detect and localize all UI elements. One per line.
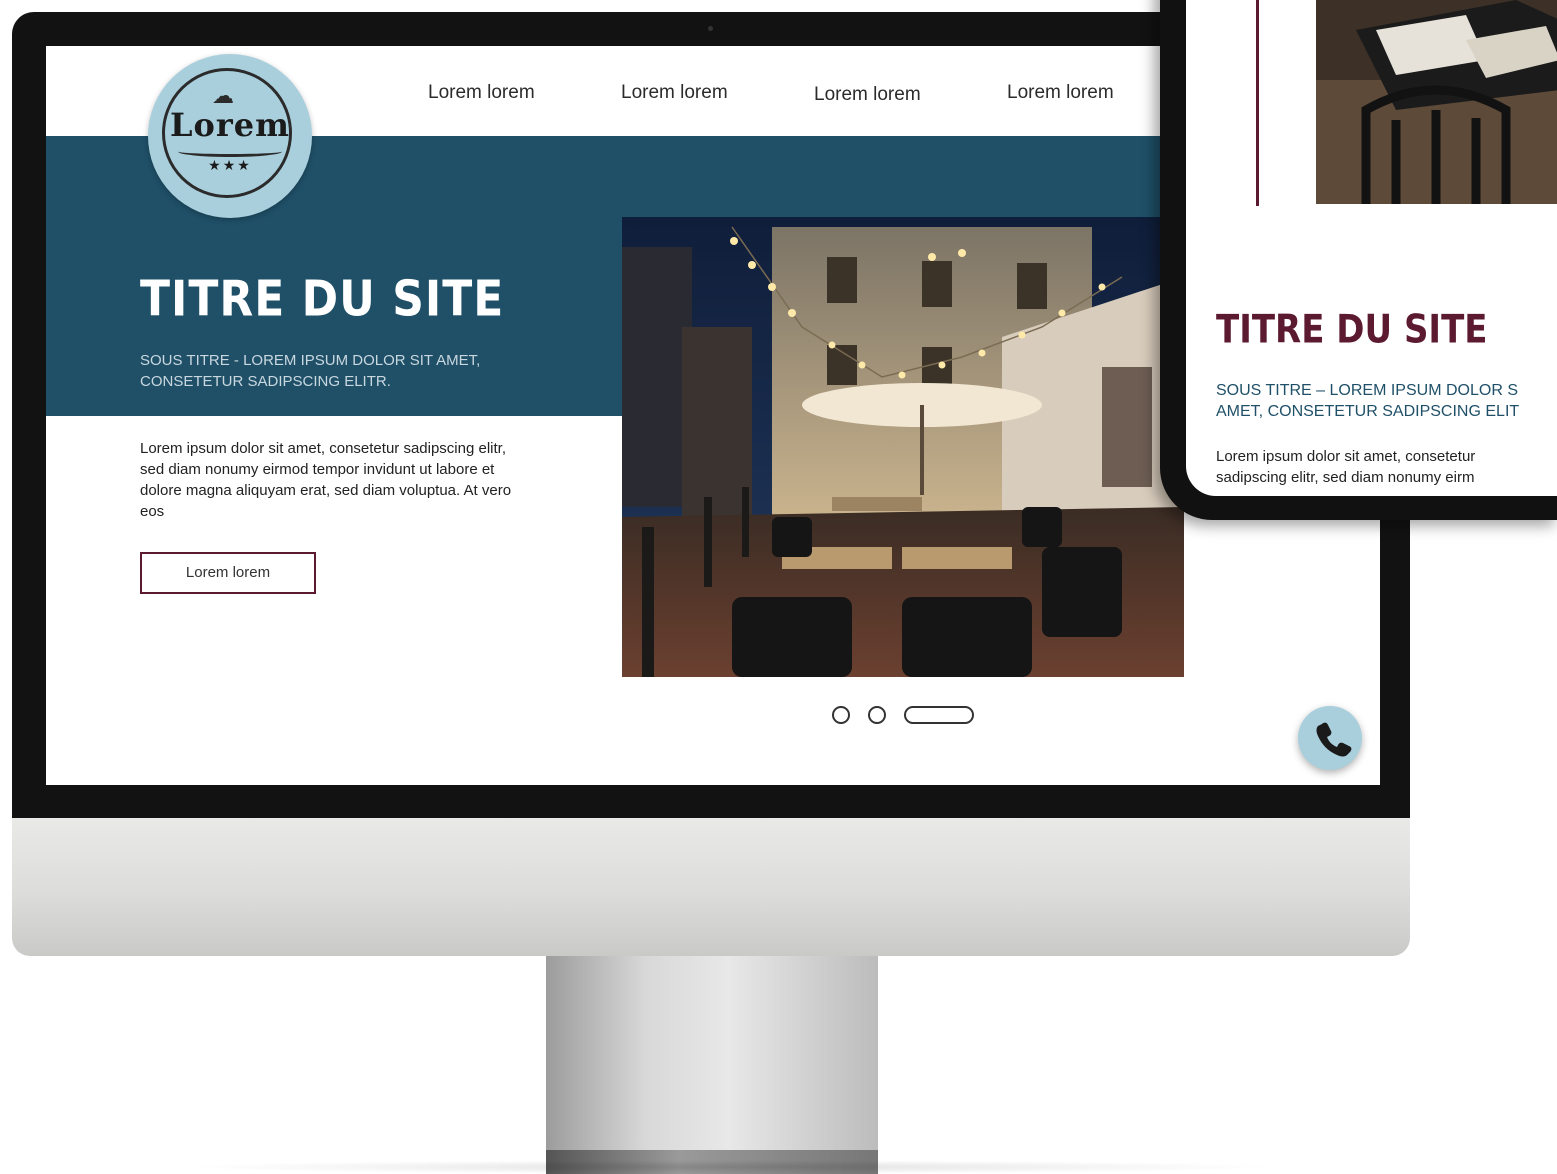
nav-item-3[interactable]: Lorem lorem xyxy=(814,84,921,106)
carousel-indicators xyxy=(832,706,982,726)
hero-photo xyxy=(622,217,1184,677)
floor-shadow xyxy=(180,1160,1280,1174)
logo-swash xyxy=(178,146,282,157)
logo[interactable]: ☁ Lorem ★★★ xyxy=(148,54,312,218)
mobile-body-line-1: Lorem ipsum dolor sit amet, consetetur xyxy=(1216,448,1476,465)
monitor-stand xyxy=(546,956,878,1152)
mobile-subtitle-line-1: SOUS TITRE – LOREM IPSUM DOLOR S xyxy=(1216,382,1518,399)
mobile-subtitle-line-2: AMET, CONSETETUR SADIPSCING ELIT xyxy=(1216,403,1520,420)
carousel-dot-2[interactable] xyxy=(868,706,886,724)
hero-body-text: Lorem ipsum dolor sit amet, consetetur s… xyxy=(140,440,512,520)
mobile-site-subtitle: SOUS TITRE – LOREM IPSUM DOLOR S AMET, C… xyxy=(1216,380,1557,422)
call-button[interactable] xyxy=(1298,706,1362,770)
accent-line xyxy=(1256,0,1259,206)
mobile-body-text: Lorem ipsum dolor sit amet, consetetur s… xyxy=(1216,446,1557,488)
carousel-dot-active[interactable] xyxy=(904,706,974,724)
mobile-photo xyxy=(1316,0,1557,204)
monitor-chin xyxy=(12,818,1410,956)
logo-text: Lorem xyxy=(170,106,290,144)
nav-item-4[interactable]: Lorem lorem xyxy=(1007,82,1114,104)
phone-icon xyxy=(1316,722,1352,757)
mobile-site-title: TITRE DU SITE xyxy=(1216,307,1488,353)
camera-dot xyxy=(708,26,713,31)
phone-frame: TITRE DU SITE SOUS TITRE – LOREM IPSUM D… xyxy=(1160,0,1557,520)
site-title: TITRE DU SITE xyxy=(140,270,505,329)
nav-item-2[interactable]: Lorem lorem xyxy=(621,82,728,104)
hero-cta-button[interactable]: Lorem lorem xyxy=(140,552,316,594)
nav-item-1[interactable]: Lorem lorem xyxy=(428,82,535,104)
phone-screen: TITRE DU SITE SOUS TITRE – LOREM IPSUM D… xyxy=(1186,0,1557,496)
mobile-body-line-2: sadipscing elitr, sed diam nonumy eirm xyxy=(1216,469,1475,486)
logo-stars: ★★★ xyxy=(208,158,252,174)
carousel-dot-1[interactable] xyxy=(832,706,850,724)
site-subtitle: SOUS TITRE - LOREM IPSUM DOLOR SIT AMET,… xyxy=(140,352,481,390)
